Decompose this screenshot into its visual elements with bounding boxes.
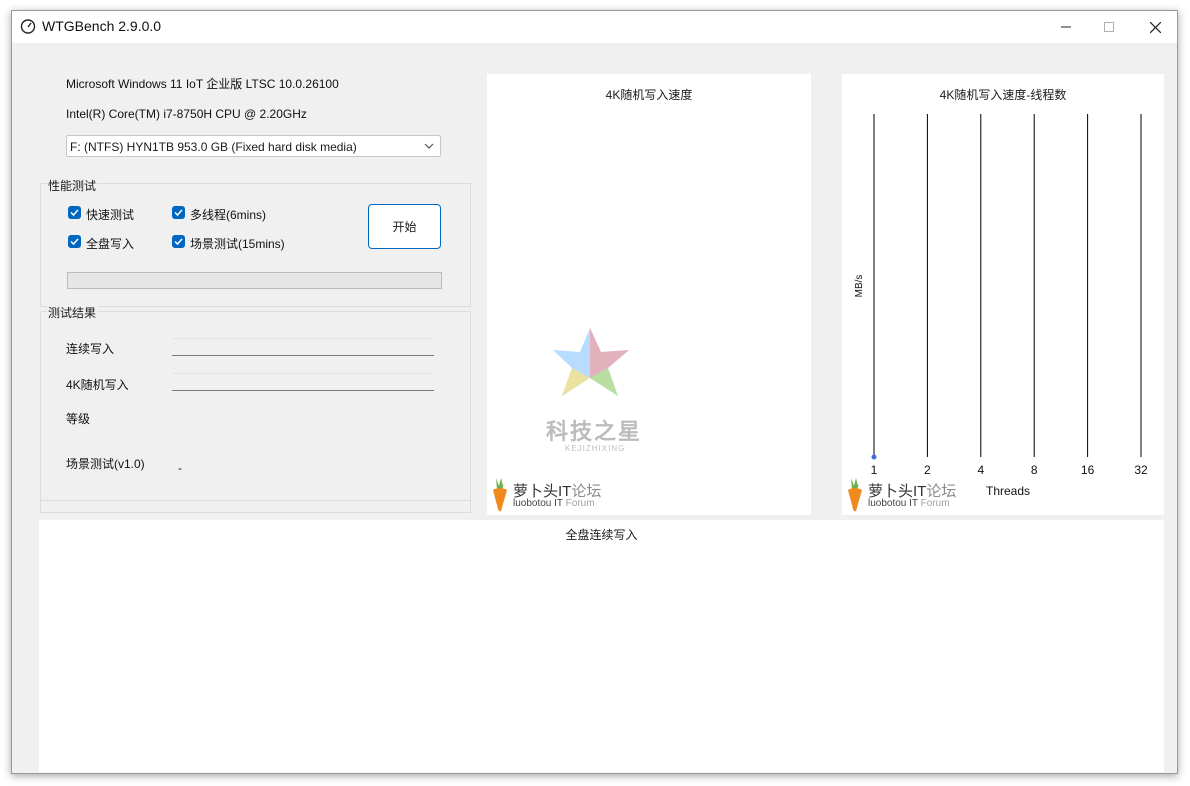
title-bar[interactable]: WTGBench 2.9.0.0 <box>12 11 1177 43</box>
start-button[interactable]: 开始 <box>368 204 441 249</box>
x-axis-label: Threads <box>986 484 1030 498</box>
grade-label: 等级 <box>66 412 91 426</box>
scenario-result-value: - <box>178 461 182 475</box>
minimize-button[interactable] <box>1043 11 1089 43</box>
threads-chart-svg: 1 2 4 8 16 32 Threads MB/s <box>854 114 1148 498</box>
speedometer-icon <box>20 19 36 34</box>
carrot-logo-icon <box>493 478 507 512</box>
carrot-logo-icon <box>848 478 862 512</box>
x-tick-label: 1 <box>871 463 878 477</box>
x-tick-label: 8 <box>1031 463 1038 477</box>
disk-select[interactable]: F: (NTFS) HYN1TB 953.0 GB (Fixed hard di… <box>66 135 441 157</box>
star-watermark-text: 科技之星 <box>546 419 643 445</box>
close-icon <box>1149 21 1161 33</box>
x-tick-label: 2 <box>924 463 931 477</box>
maximize-button[interactable] <box>1086 11 1132 43</box>
x-tick-label: 32 <box>1134 463 1148 477</box>
app-window: WTGBench 2.9.0.0 Microsoft Windows 11 Io… <box>11 10 1178 774</box>
disk-select-value: F: (NTFS) HYN1TB 953.0 GB (Fixed hard di… <box>70 140 357 154</box>
chart-full-disk-write: 全盘连续写入 <box>39 520 1164 772</box>
check-icon <box>174 209 183 217</box>
test-progress-bar <box>67 272 442 289</box>
chevron-down-icon <box>424 143 434 149</box>
chart-title: 全盘连续写入 <box>565 528 638 542</box>
quick-test-checkbox[interactable] <box>68 206 81 219</box>
multithread-checkbox[interactable] <box>172 206 185 219</box>
multithread-label: 多线程(6mins) <box>190 208 267 222</box>
check-icon <box>70 209 79 217</box>
os-info: Microsoft Windows 11 IoT 企业版 LTSC 10.0.2… <box>66 77 339 91</box>
chart-4k-random-write: 4K随机写入速度 科技之星 KEJIZHIXING 萝卜头IT论坛 luobot… <box>487 74 811 515</box>
quick-test-label: 快速测试 <box>86 208 135 222</box>
x-tick-label: 4 <box>977 463 984 477</box>
seq-write-label: 连续写入 <box>66 342 115 356</box>
window-title: WTGBench 2.9.0.0 <box>42 18 162 34</box>
forum-watermark-en: luobotou IT Forum <box>513 498 595 509</box>
rand4k-write-label: 4K随机写入 <box>66 378 129 392</box>
chart-4k-threads: 4K随机写入速度-线程数 1 2 4 8 16 32 Threads MB/s 萝卜头IT论坛… <box>842 74 1164 515</box>
close-button[interactable] <box>1132 11 1177 43</box>
rand4k-write-value <box>172 373 434 391</box>
star-logo-icon <box>553 328 629 396</box>
y-axis-label: MB/s <box>854 275 865 298</box>
forum-watermark-en: luobotou IT Forum <box>868 498 950 509</box>
full-disk-write-label: 全盘写入 <box>86 237 135 251</box>
perf-test-title: 性能测试 <box>47 177 98 194</box>
x-tick-label: 16 <box>1081 463 1095 477</box>
check-icon <box>70 238 79 246</box>
scenario-test-checkbox[interactable] <box>172 235 185 248</box>
maximize-icon <box>1104 22 1114 32</box>
scenario-result-label: 场景测试(v1.0) <box>66 457 145 471</box>
results-divider <box>40 500 471 513</box>
seq-write-value <box>172 338 434 356</box>
cpu-info: Intel(R) Core(TM) i7-8750H CPU @ 2.20GHz <box>66 107 307 121</box>
check-icon <box>174 238 183 246</box>
data-point <box>871 454 877 460</box>
results-title: 测试结果 <box>47 304 98 321</box>
chart-title: 4K随机写入速度 <box>605 88 693 102</box>
scenario-test-label: 场景测试(15mins) <box>190 237 285 251</box>
star-watermark-subtext: KEJIZHIXING <box>565 444 626 453</box>
full-disk-write-checkbox[interactable] <box>68 235 81 248</box>
minimize-icon <box>1061 26 1071 28</box>
